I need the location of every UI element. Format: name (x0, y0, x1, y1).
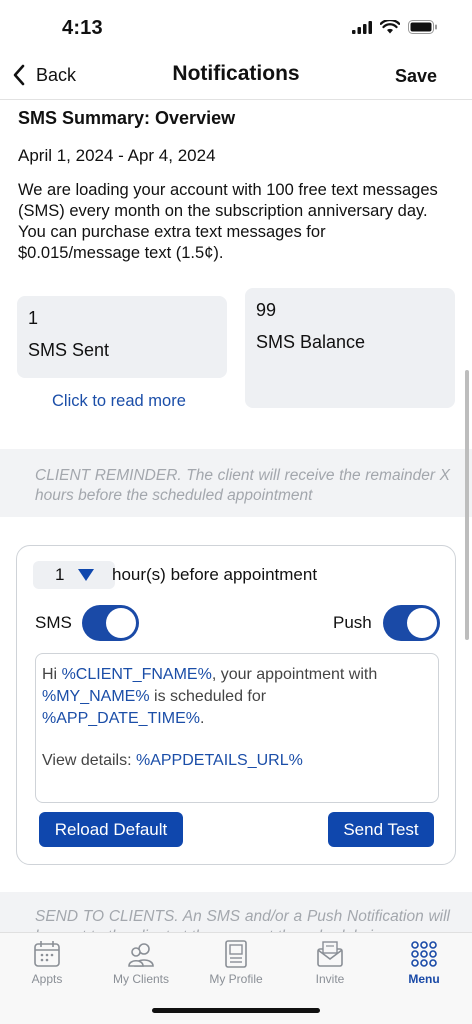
message-text: , your appointment with (211, 666, 378, 683)
push-toggle[interactable] (383, 605, 440, 641)
clients-icon (128, 943, 154, 967)
message-variable: %CLIENT_FNAME% (61, 666, 212, 683)
status-time: 4:13 (62, 17, 103, 39)
message-variable: %APPDETAILS_URL% (135, 752, 303, 769)
message-line-2: View details: %APPDETAILS_URL% (42, 750, 432, 772)
envelope-icon (317, 941, 343, 967)
tab-label: My Profile (209, 972, 263, 986)
client-reminder-info: CLIENT REMINDER. The client will receive… (0, 449, 472, 517)
message-variable: %APP_DATE_TIME% (42, 710, 200, 727)
grid-menu-icon (411, 941, 437, 967)
sms-toggle[interactable] (82, 605, 139, 641)
message-text: Hi (42, 666, 62, 683)
hours-label: hour(s) before appointment (112, 565, 318, 584)
scroll-indicator (465, 370, 469, 640)
message-text: . (199, 710, 205, 727)
message-line-1: Hi %CLIENT_FNAME%, your appointment with… (42, 664, 432, 730)
tab-label: My Clients (112, 972, 169, 986)
calendar-icon (34, 941, 60, 967)
tab-invite[interactable]: Invite (290, 939, 370, 986)
section-title: SMS Summary: Overview (18, 108, 236, 128)
client-reminder-info-text: CLIENT REMINDER. The client will receive… (35, 467, 450, 504)
message-template-field[interactable]: Hi %CLIENT_FNAME%, your appointment with… (35, 653, 439, 803)
tab-appts[interactable]: Appts (7, 939, 87, 986)
message-variable: %MY_NAME% (42, 688, 150, 705)
battery-icon (408, 20, 437, 34)
sms-balance-label: SMS Balance (256, 332, 366, 352)
sms-sent-count: 1 (28, 308, 39, 328)
cellular-signal-icon (352, 20, 372, 34)
navigation-bar: Back Notifications Save (0, 56, 472, 100)
caret-down-icon (78, 569, 94, 581)
read-more-link[interactable]: Click to read more (52, 392, 186, 411)
sms-sent-label: SMS Sent (28, 340, 110, 360)
tab-my-profile[interactable]: My Profile (196, 939, 276, 986)
message-text: View details: (42, 752, 136, 769)
hours-value: 1 (55, 565, 65, 584)
send-to-clients-info-text: SEND TO CLIENTS. An SMS and/or a Push No… (35, 908, 450, 932)
tab-menu[interactable]: Menu (384, 939, 464, 986)
tab-label: Menu (408, 972, 440, 986)
date-range: April 1, 2024 - Apr 4, 2024 (18, 146, 216, 165)
profile-icon (225, 940, 247, 968)
push-toggle-label: Push (333, 613, 372, 632)
hours-dropdown[interactable]: 1 (33, 561, 115, 589)
toggle-knob (407, 608, 437, 638)
client-reminder-card: 1 hour(s) before appointment SMS Push Hi… (16, 545, 456, 865)
sms-balance-card: 99 SMS Balance (245, 288, 455, 408)
toggle-knob (106, 608, 136, 638)
sms-balance-count: 99 (256, 300, 277, 320)
status-bar: 4:13 (0, 0, 472, 56)
home-indicator (152, 1008, 320, 1013)
status-icons (352, 20, 438, 34)
send-test-button[interactable]: Send Test (328, 812, 434, 847)
sms-sent-card: 1 SMS Sent (17, 296, 227, 378)
reload-default-button[interactable]: Reload Default (39, 812, 183, 847)
intro-text: We are loading your account with 100 fre… (18, 181, 438, 262)
save-button[interactable]: Save (395, 66, 437, 87)
wifi-icon (380, 20, 400, 34)
tab-label: Appts (31, 972, 63, 986)
tab-my-clients[interactable]: My Clients (101, 939, 181, 986)
sms-toggle-label: SMS (35, 613, 72, 632)
message-text: is scheduled for (149, 688, 267, 705)
tab-label: Invite (315, 972, 345, 986)
send-to-clients-info: SEND TO CLIENTS. An SMS and/or a Push No… (0, 892, 472, 932)
content-scroll-area[interactable]: SMS Summary: Overview April 1, 2024 - Ap… (0, 100, 472, 932)
